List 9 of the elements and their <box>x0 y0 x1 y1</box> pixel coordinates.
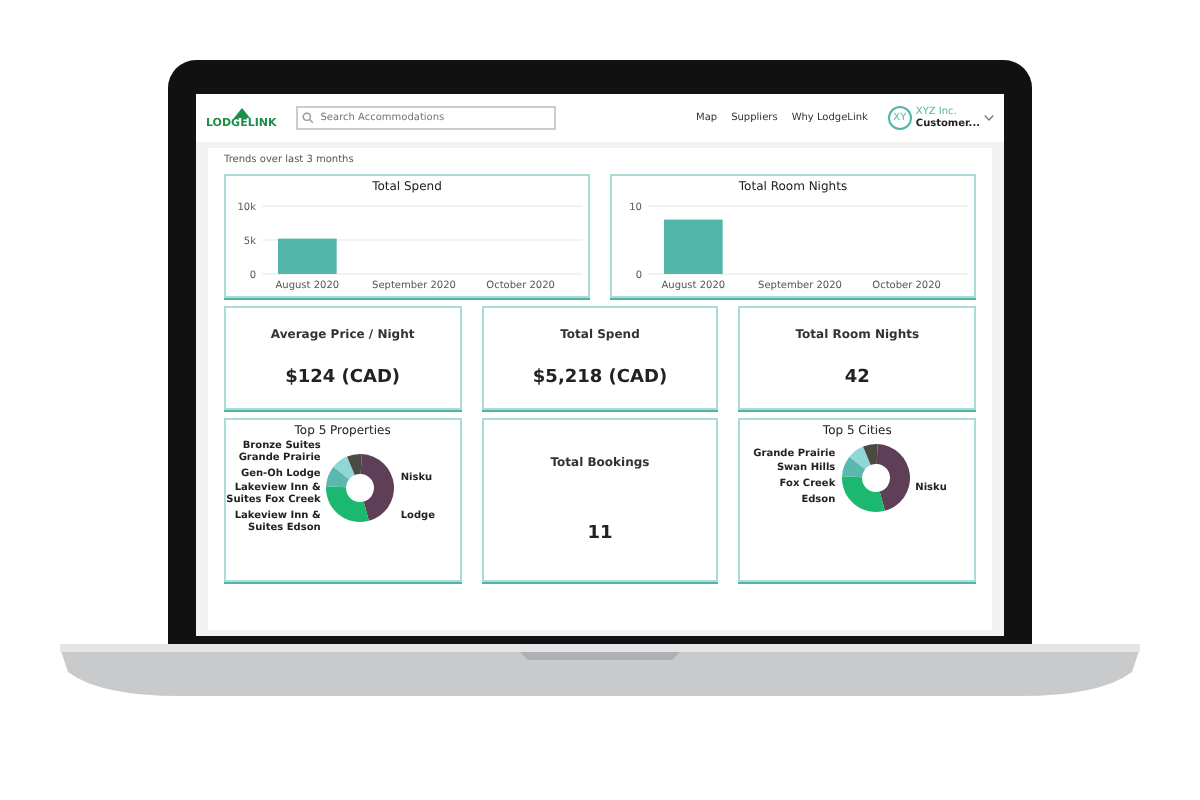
kpi-value: 11 <box>587 524 613 545</box>
lodge-icon <box>233 107 250 117</box>
kpi-value: 42 <box>844 367 870 388</box>
search-icon <box>302 112 315 124</box>
kpi-value: $124 (CAD) <box>285 367 401 388</box>
kpi-value: $5,218 (CAD) <box>532 367 668 388</box>
bar <box>664 219 723 274</box>
bar <box>278 238 337 274</box>
chevron-down-icon[interactable] <box>984 114 994 122</box>
